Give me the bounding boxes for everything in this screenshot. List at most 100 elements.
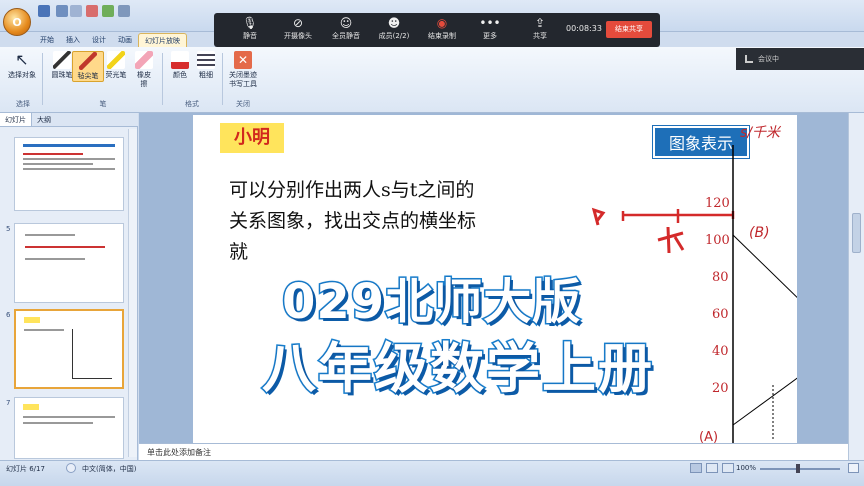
thumbnail-number: 6 bbox=[6, 311, 11, 319]
pen-icon bbox=[53, 51, 71, 69]
thickness-label: 粗细 bbox=[199, 71, 213, 79]
group-separator bbox=[42, 53, 43, 105]
thumbnail-scrollbar[interactable] bbox=[128, 129, 137, 457]
tab-slides[interactable]: 幻灯片 bbox=[0, 113, 32, 126]
cursor-icon: ↖ bbox=[15, 50, 29, 69]
eraser-button[interactable]: 橡皮擦 bbox=[128, 51, 160, 89]
fit-window-icon[interactable] bbox=[848, 463, 859, 473]
ballpoint-pen-label: 圆珠笔 bbox=[51, 71, 73, 79]
close-ink-icon: ✕ bbox=[234, 51, 252, 69]
more-label: 更多 bbox=[483, 32, 497, 40]
stop-share-button[interactable]: 结束共享 bbox=[606, 21, 652, 38]
thickness-button[interactable]: 粗细 bbox=[190, 51, 222, 80]
tab-slideshow[interactable]: 幻灯片放映 bbox=[138, 33, 187, 47]
point-b-label: (B) bbox=[749, 225, 770, 241]
camera-label: 开摄像头 bbox=[284, 32, 312, 40]
tab-outline[interactable]: 大纲 bbox=[32, 113, 56, 126]
color-label: 颜色 bbox=[173, 71, 187, 79]
record-icon: ◉ bbox=[436, 16, 448, 30]
slide-counter: 幻灯片 6/17 bbox=[6, 465, 45, 473]
slides-panel: 幻灯片 大纲 5 6 7 bbox=[0, 113, 138, 460]
group-label-format: 格式 bbox=[185, 100, 199, 108]
group-label-close: 关闭 bbox=[236, 100, 250, 108]
group-label-select: 选择 bbox=[16, 100, 30, 108]
camera-button[interactable]: ⊘ 开摄像头 bbox=[278, 16, 318, 41]
scroll-thumb[interactable] bbox=[852, 213, 861, 253]
select-object-label: 选择对象 bbox=[8, 71, 36, 79]
redo-icon[interactable] bbox=[70, 5, 82, 17]
stop-recording-button[interactable]: ◉ 结束录制 bbox=[422, 16, 462, 41]
meeting-status: 会议中 bbox=[736, 48, 864, 70]
highlighter-label: 荧光笔 bbox=[105, 71, 127, 79]
office-button[interactable]: O bbox=[3, 8, 31, 36]
spellcheck-icon[interactable] bbox=[66, 463, 76, 473]
share-label: 共享 bbox=[533, 32, 547, 40]
close-ink-tools-label: 关闭墨迹书写工具 bbox=[229, 71, 257, 88]
customize-icon[interactable] bbox=[118, 5, 130, 17]
slide-thumbnail[interactable] bbox=[14, 137, 124, 211]
slide-thumbnail-selected[interactable] bbox=[14, 309, 124, 389]
y-tick-label: 40 bbox=[712, 344, 729, 359]
slide-thumbnail[interactable] bbox=[14, 397, 124, 459]
group-label-pen: 笔 bbox=[99, 100, 107, 108]
zoom-slider-thumb[interactable] bbox=[796, 464, 800, 473]
eraser-label: 橡皮擦 bbox=[137, 71, 151, 88]
notes-pane[interactable]: 单击此处添加备注 bbox=[139, 443, 848, 460]
color-icon bbox=[171, 51, 189, 69]
ribbon-tabs: 开始 插入 设计 动画 幻灯片放映 bbox=[34, 33, 187, 47]
users-mute-icon: ☺ bbox=[339, 16, 353, 30]
mute-all-button[interactable]: ☺ 全员静音 bbox=[326, 16, 366, 41]
sorter-view-icon[interactable] bbox=[706, 463, 718, 473]
thickness-icon bbox=[197, 51, 215, 69]
select-object-button[interactable]: ↖ 选择对象 bbox=[6, 51, 38, 80]
language-indicator[interactable]: 中文(简体，中国) bbox=[82, 464, 136, 474]
group-separator bbox=[222, 53, 223, 105]
ribbon: ↖ 选择对象 圆珠笔 毡尖笔 荧光笔 橡皮擦 颜色 粗细 ✕ 关闭墨迹书写工具 … bbox=[0, 47, 864, 113]
members-label: 成员(2/2) bbox=[378, 32, 410, 40]
ink-icon[interactable] bbox=[86, 5, 98, 17]
meeting-toolbar: 🎙 静音 ⊘ 开摄像头 ☺ 全员静音 ☻ 成员(2/2) ◉ 结束录制 ••• … bbox=[214, 13, 660, 47]
camera-off-icon: ⊘ bbox=[292, 16, 304, 30]
panel-tabs: 幻灯片 大纲 bbox=[0, 113, 138, 127]
status-bar: 幻灯片 6/17 中文(简体，中国) 100% bbox=[0, 460, 864, 486]
tab-home[interactable]: 开始 bbox=[34, 33, 60, 47]
slide-body-text: 可以分别作出两人s与t之间的关系图象，找出交点的横坐标就 bbox=[229, 179, 477, 263]
signal-icon bbox=[745, 55, 753, 63]
meeting-status-label: 会议中 bbox=[758, 55, 779, 63]
undo-icon[interactable] bbox=[56, 5, 68, 17]
tab-animation[interactable]: 动画 bbox=[112, 33, 138, 47]
mute-label: 静音 bbox=[243, 32, 257, 40]
ink-stroke bbox=[657, 226, 685, 254]
character-tag: 小明 bbox=[220, 123, 284, 153]
close-ink-tools-button[interactable]: ✕ 关闭墨迹书写工具 bbox=[224, 51, 262, 89]
normal-view-icon[interactable] bbox=[690, 463, 702, 473]
image-icon[interactable] bbox=[102, 5, 114, 17]
slide-scrollbar[interactable] bbox=[848, 113, 864, 460]
ink-stroke bbox=[591, 207, 606, 226]
share-button[interactable]: ⇪ 共享 bbox=[520, 16, 560, 41]
slideshow-view-icon[interactable] bbox=[722, 463, 734, 473]
tab-insert[interactable]: 插入 bbox=[60, 33, 86, 47]
tab-design[interactable]: 设计 bbox=[86, 33, 112, 47]
highlighter-icon bbox=[107, 51, 125, 69]
thumbnail-number: 7 bbox=[6, 399, 11, 407]
watermark-subtitle: 八年级数学上册 bbox=[261, 336, 654, 402]
y-tick-label: 100 bbox=[705, 233, 730, 248]
mute-button[interactable]: 🎙 静音 bbox=[230, 16, 270, 41]
microphone-icon: 🎙 bbox=[242, 16, 258, 30]
zoom-slider[interactable] bbox=[760, 468, 840, 470]
y-axis-label: s/千米 bbox=[740, 125, 782, 141]
line-jia bbox=[732, 234, 797, 299]
slide-thumbnail[interactable] bbox=[14, 223, 124, 303]
more-icon: ••• bbox=[479, 16, 501, 30]
mute-all-label: 全员静音 bbox=[332, 32, 360, 40]
stop-recording-label: 结束录制 bbox=[428, 32, 456, 40]
members-button[interactable]: ☻ 成员(2/2) bbox=[374, 16, 414, 41]
more-button[interactable]: ••• 更多 bbox=[470, 16, 510, 41]
watermark-title: 029北师大版 bbox=[280, 273, 582, 332]
zoom-level: 100% bbox=[736, 464, 757, 472]
y-tick-label: 20 bbox=[712, 381, 729, 396]
line-yi bbox=[732, 377, 797, 426]
save-icon[interactable] bbox=[38, 5, 50, 17]
thumbnail-number: 5 bbox=[6, 225, 11, 233]
